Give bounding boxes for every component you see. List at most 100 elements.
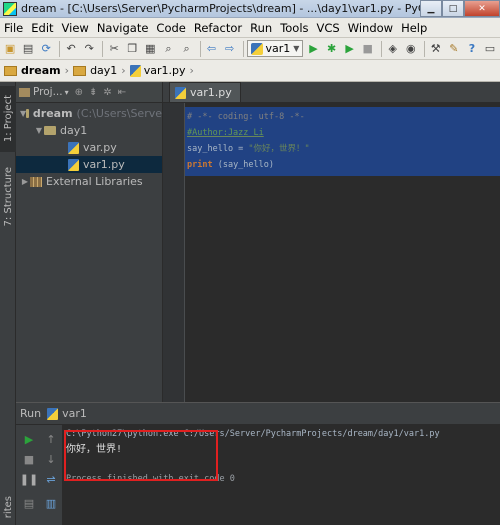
open-folder-icon[interactable]: ▣ [2, 40, 18, 58]
toolbar-separator [242, 40, 244, 57]
code-line-4: print (say_hello) [187, 160, 275, 170]
breadcrumb: dream › day1 › var1.py › [0, 60, 500, 82]
tree-item-day1[interactable]: ▼ day1 [16, 122, 162, 139]
tree-item-var1-py[interactable]: var1.py [16, 156, 162, 173]
copy-icon[interactable]: ❐ [124, 40, 140, 58]
run-panel-header: Run var1 [16, 403, 500, 425]
code-line-1: # -*- coding: utf-8 -*- [187, 112, 305, 122]
rerun-icon[interactable]: ▶ [20, 431, 38, 447]
hide-panel-icon[interactable]: ⇤ [118, 87, 126, 98]
menu-view[interactable]: View [58, 21, 93, 35]
scroll-up-icon[interactable]: ↑ [42, 431, 60, 447]
editor-gutter[interactable] [163, 103, 185, 402]
vcs-update-icon[interactable]: ◈ [385, 40, 401, 58]
run-icon[interactable]: ▶ [305, 40, 321, 58]
python-file-icon [250, 42, 263, 55]
project-structure-icon[interactable]: ✎ [446, 40, 462, 58]
menu-refactor[interactable]: Refactor [190, 21, 246, 35]
save-icon[interactable]: ▤ [20, 40, 36, 58]
paste-icon[interactable]: ▦ [142, 40, 158, 58]
redo-icon[interactable]: ↷ [81, 40, 97, 58]
close-button[interactable]: ✕ [464, 0, 500, 17]
title-bar: dream - [C:\Users\Server\PycharmProjects… [0, 0, 500, 18]
code-editor[interactable]: # -*- coding: utf-8 -*- #Author:Jazz Li … [185, 103, 500, 402]
vcs-commit-icon[interactable]: ◉ [403, 40, 419, 58]
help-icon[interactable]: ? [464, 40, 480, 58]
minimize-button[interactable]: ▁ [420, 0, 442, 17]
window-controls: ▁ □ ✕ [420, 0, 500, 17]
layout-icon[interactable]: ▤ [20, 495, 38, 511]
menu-navigate[interactable]: Navigate [93, 21, 153, 35]
structure-tool-tab[interactable]: 7: Structure [0, 162, 16, 232]
menu-bar: File Edit View Navigate Code Refactor Ru… [0, 18, 500, 38]
forward-icon[interactable]: ⇨ [222, 40, 238, 58]
collapse-all-icon[interactable]: ⇟ [89, 87, 97, 98]
breadcrumb-separator-icon: › [121, 64, 126, 77]
menu-help[interactable]: Help [397, 21, 431, 35]
breadcrumb-project[interactable]: dream [4, 64, 61, 77]
editor-tab-var1[interactable]: var1.py [169, 82, 241, 102]
stop-icon[interactable]: ■ [20, 451, 38, 467]
main-toolbar: ▣ ▤ ⟳ ↶ ↷ ✂ ❐ ▦ ⌕ ⌕ ⇦ ⇨ var1 ▼ ▶ ✱ ▶ ■ ◈… [0, 38, 500, 60]
menu-edit[interactable]: Edit [27, 21, 57, 35]
toolbar-separator [380, 40, 382, 57]
find-icon[interactable]: ⌕ [160, 40, 176, 58]
replace-icon[interactable]: ⌕ [178, 40, 194, 58]
menu-code[interactable]: Code [152, 21, 189, 35]
chevron-down-icon: ▼ [293, 44, 300, 53]
expand-arrow-icon[interactable]: ▶ [20, 177, 30, 186]
terminal-icon[interactable]: ▭ [482, 40, 498, 58]
folder-icon [73, 65, 87, 76]
stop-icon[interactable]: ■ [360, 40, 376, 58]
scroll-down-icon[interactable]: ↓ [42, 451, 60, 467]
run-config-tab[interactable]: var1 [62, 407, 87, 420]
breadcrumb-file[interactable]: var1.py [129, 64, 185, 77]
expand-arrow-icon[interactable]: ▼ [34, 126, 44, 135]
tree-item-var-py[interactable]: var.py [16, 139, 162, 156]
code-line-2: #Author:Jazz Li [187, 128, 264, 138]
breadcrumb-folder[interactable]: day1 [73, 64, 117, 77]
favorites-tool-tab[interactable]: rites [0, 490, 16, 524]
settings-icon[interactable]: ⚒ [428, 40, 444, 58]
pause-icon[interactable]: ❚❚ [20, 471, 38, 487]
run-panel-title: Run [20, 407, 42, 420]
debug-icon[interactable]: ✱ [324, 40, 340, 58]
python-file-icon [68, 158, 79, 171]
sync-icon[interactable]: ⟳ [38, 40, 54, 58]
toolbar-separator [102, 40, 104, 57]
menu-file[interactable]: File [0, 21, 27, 35]
menu-window[interactable]: Window [344, 21, 397, 35]
undo-icon[interactable]: ↶ [63, 40, 79, 58]
python-file-icon [68, 141, 79, 154]
run-configuration-select[interactable]: var1 ▼ [246, 40, 304, 57]
python-file-icon [175, 86, 186, 99]
scroll-from-source-icon[interactable]: ⊕ [75, 87, 83, 98]
red-highlight-box [64, 430, 218, 481]
soft-wrap-icon[interactable]: ⇌ [42, 471, 60, 487]
folder-icon [4, 65, 17, 76]
chevron-down-icon[interactable]: ▾ [65, 88, 69, 97]
folder-icon [44, 126, 56, 135]
toolbar-separator [59, 40, 61, 57]
project-view-select[interactable]: Proj... [33, 86, 63, 98]
window-title: dream - [C:\Users\Server\PycharmProjects… [21, 2, 420, 15]
run-configuration-label: var1 [265, 42, 291, 55]
coverage-icon[interactable]: ▶ [342, 40, 358, 58]
toolbar-separator [423, 40, 425, 57]
pycharm-app-icon [3, 1, 17, 16]
tree-item-dream[interactable]: ▼ dream (C:\Users\Serve [16, 105, 162, 122]
project-tool-tab[interactable]: 1: Project [0, 86, 16, 152]
menu-run[interactable]: Run [246, 21, 276, 35]
cut-icon[interactable]: ✂ [106, 40, 122, 58]
selected-code-block[interactable]: # -*- coding: utf-8 -*- #Author:Jazz Li … [185, 107, 500, 176]
gear-icon[interactable]: ✲ [103, 87, 111, 98]
maximize-button[interactable]: □ [442, 0, 464, 17]
menu-tools[interactable]: Tools [276, 21, 312, 35]
left-tool-strip: 1: Project 7: Structure rites [0, 82, 16, 525]
tree-item-external-libraries[interactable]: ▶ External Libraries [16, 173, 162, 190]
breadcrumb-separator-icon: › [189, 64, 194, 77]
project-tree: ▼ dream (C:\Users\Serve ▼ day1 var.py va… [16, 103, 162, 190]
print-icon[interactable]: ▥ [42, 495, 60, 511]
menu-vcs[interactable]: VCS [313, 21, 344, 35]
back-icon[interactable]: ⇦ [203, 40, 219, 58]
